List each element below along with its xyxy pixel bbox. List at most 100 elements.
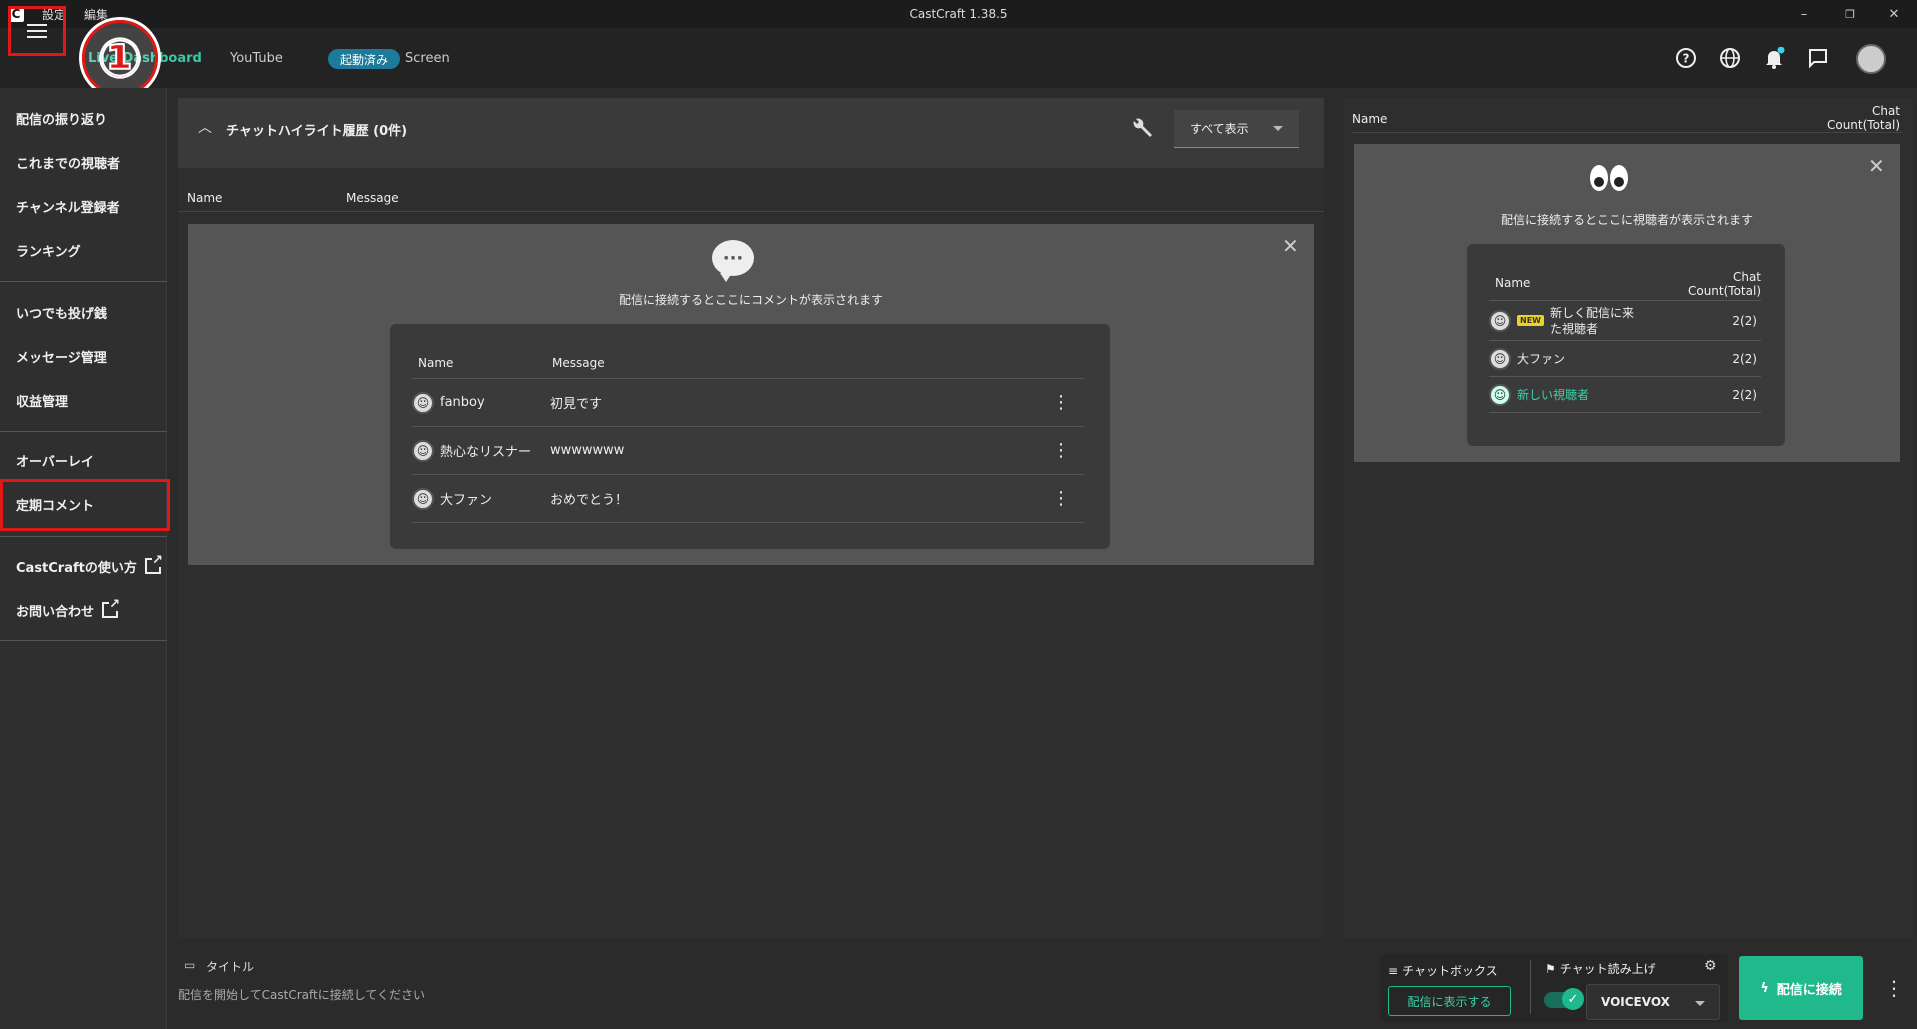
sample-comment-card: Name Message ☺ fanboy 初見です ⋮ ☺ 熱心なリスナー w… [390,324,1110,549]
restore-icon[interactable]: ❐ [1827,0,1873,28]
list-icon: ≡ [1388,964,1399,978]
chevron-up-icon[interactable]: ︿ [198,117,212,137]
viewer-chat-count: 2(2) [1732,351,1757,366]
column-header-chat-count-line-2: Count(Total) [1687,284,1761,298]
more-vertical-icon[interactable]: ⋮ [1884,976,1904,1000]
comment-message: 初見です [550,397,603,412]
divider [1530,960,1531,1014]
column-header-name: Name [418,356,454,370]
divider [1352,132,1902,133]
new-badge: NEW [1517,315,1544,326]
column-header-message: Message [552,356,605,370]
tab-youtube[interactable]: YouTube [230,28,283,88]
tts-label-text: チャット読み上げ [1559,962,1656,976]
tts-toggle[interactable] [1544,988,1584,1010]
connect-stream-button[interactable]: ϟ 配信に接続 [1739,956,1863,1020]
wrench-icon[interactable] [1130,116,1154,146]
top-bar [0,28,1917,88]
sidebar-item-how-to-use[interactable]: CastCraftの使い方 [0,544,167,588]
hamburger-icon [27,30,47,32]
viewer-name: 新しい視聴者 [1517,388,1590,402]
svg-text:?: ? [1683,52,1690,66]
close-window-icon[interactable]: ✕ [1871,0,1917,28]
column-header-name: Name [1352,112,1388,126]
more-vertical-icon[interactable]: ⋮ [1052,488,1070,509]
voice-select-value: VOICEVOX [1601,995,1670,1009]
show-chatbox-button[interactable]: 配信に表示する [1388,986,1511,1016]
filter-select-value: すべて表示 [1190,122,1249,136]
sidebar-divider [0,431,167,432]
close-icon[interactable]: ✕ [1282,234,1299,258]
column-header-name: Name [187,191,223,205]
sample-viewer-card: Name Chat Count(Total) ☺ NEW 新しく配信に来 た視聴… [1467,244,1785,446]
sidebar-item-stream-review[interactable]: 配信の振り返り [0,96,167,140]
caret-down-icon [1273,126,1283,131]
overlay-message: 配信に接続するとここにコメントが表示されます [618,293,883,307]
sidebar-item-ranking[interactable]: ランキング [0,228,167,272]
globe-icon[interactable] [1718,46,1742,70]
avatar: ☺ [1489,347,1511,370]
flag-icon: ⚑ [1545,962,1556,976]
connect-button-label: 配信に接続 [1776,982,1842,998]
divider [178,211,1324,212]
speech-bubble-icon: ··· [712,240,754,282]
table-row: ☺ fanboy 初見です ⋮ [412,379,1084,427]
sidebar-divider [0,536,167,537]
stream-title-label: タイトル [206,960,255,974]
sidebar-divider [0,281,167,282]
tab-screen[interactable]: Screen [405,28,450,88]
comment-author: 大ファン [440,493,493,508]
filter-select[interactable]: すべて表示 [1174,110,1299,148]
sidebar-item-label: CastCraftの使い方 [16,560,137,576]
notification-bell-icon[interactable] [1762,46,1786,70]
stream-title-hint: 配信を開始してCastCraftに接続してください [178,988,425,1002]
column-header-chat-count: Chat Count(Total) [1688,270,1761,298]
gear-icon[interactable]: ⚙ [1704,958,1717,974]
tts-label: ⚑ チャット読み上げ [1545,960,1656,977]
lightning-icon: ϟ [1760,980,1769,996]
chatbox-label-text: チャットボックス [1402,964,1498,978]
menu-edit[interactable]: 編集 [84,6,108,23]
highlight-history-title: チャットハイライト履歴 (0件) [226,124,408,139]
viewer-name-line-2: た視聴者 [1549,321,1598,336]
sidebar-item-tipping[interactable]: いつでも投げ銭 [0,290,167,334]
sidebar: 配信の振り返り これまでの視聴者 チャンネル登録者 ランキング いつでも投げ銭 … [0,88,167,1029]
status-badge: 起動済み [328,49,401,69]
eyes-icon [1588,163,1630,201]
overlay-message: 配信に接続するとここに視聴者が表示されます [1500,213,1753,227]
annotation-marker-1: ① [82,20,158,96]
avatar[interactable] [1856,44,1886,74]
table-row: ☺ 大ファン おめでとう！ ⋮ [412,475,1084,523]
viewer-name-line-1: 新しく配信に来 [1549,305,1634,320]
help-icon[interactable]: ? [1674,46,1698,70]
sidebar-item-revenue[interactable]: 収益管理 [0,378,167,422]
viewer-chat-count: 2(2) [1732,387,1757,402]
avatar: ☺ [1489,383,1511,406]
sidebar-item-messages[interactable]: メッセージ管理 [0,334,167,378]
comment-message: wwwwwww [550,443,625,458]
monitor-icon: ▭ [184,958,196,972]
avatar: ☺ [412,487,434,510]
sidebar-item-label: お問い合わせ [16,604,95,620]
voice-select[interactable]: VOICEVOX [1586,984,1720,1020]
sidebar-item-overlay[interactable]: オーバーレイ [0,438,167,482]
chatbox-label: ≡ チャットボックス [1388,962,1498,979]
chat-icon[interactable] [1806,46,1830,70]
sidebar-divider [0,640,167,641]
close-icon[interactable]: ✕ [1868,154,1885,178]
column-header-chat-count-line-2: Count(Total) [1826,118,1900,132]
column-header-chat-count-line-1: Chat [1871,104,1900,118]
more-vertical-icon[interactable]: ⋮ [1052,392,1070,413]
viewer-chat-count: 2(2) [1732,313,1757,328]
external-link-icon [102,598,121,618]
avatar: ☺ [412,439,434,462]
minimize-icon[interactable]: – [1781,0,1827,28]
more-vertical-icon[interactable]: ⋮ [1052,440,1070,461]
column-header-message: Message [346,191,399,205]
menu-toggle-button[interactable] [8,6,66,56]
sidebar-item-contact[interactable]: お問い合わせ [0,588,167,632]
comment-message: おめでとう！ [550,493,629,508]
sidebar-item-past-viewers[interactable]: これまでの視聴者 [0,140,167,184]
sidebar-item-subscribers[interactable]: チャンネル登録者 [0,184,167,228]
table-row: ☺ NEW 新しく配信に来 た視聴者 2(2) [1489,301,1761,341]
